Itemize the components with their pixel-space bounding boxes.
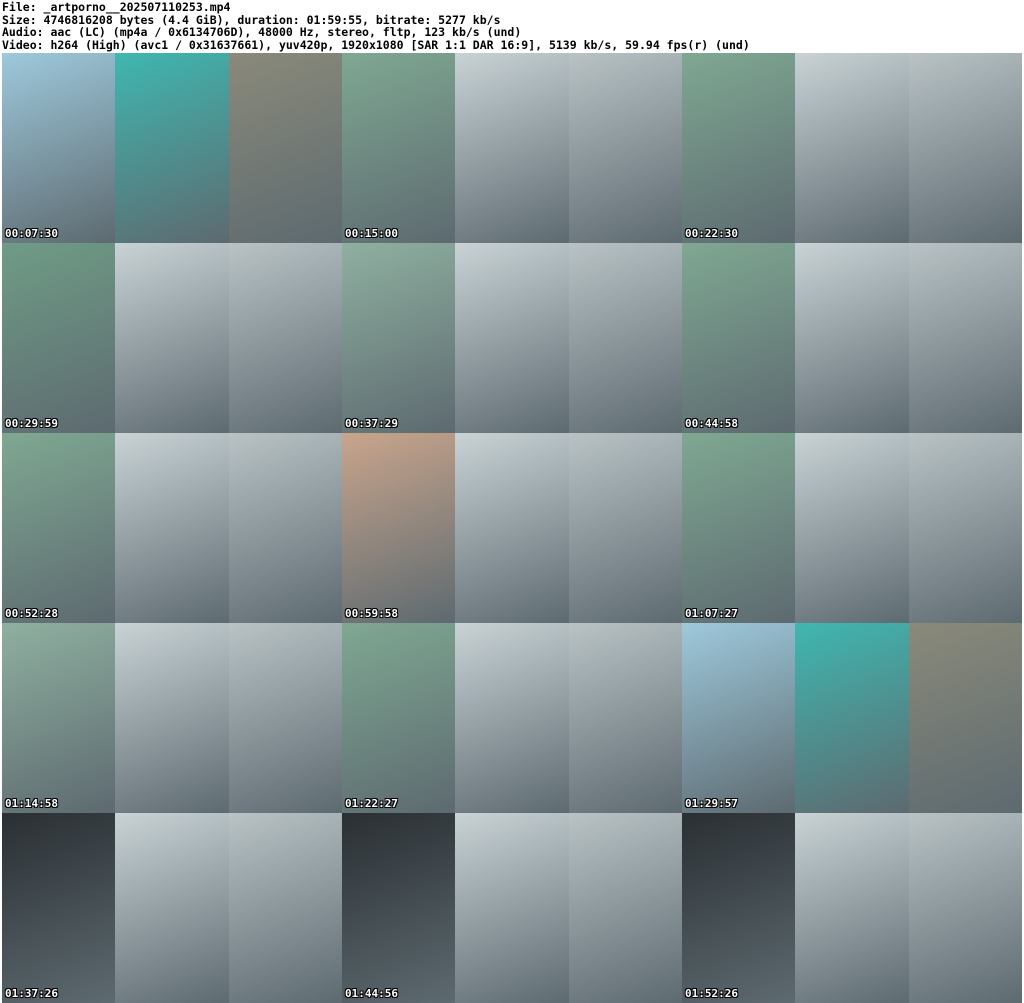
- thumbnail-frame-panel: [115, 623, 229, 813]
- file-line: File: _artporno__202507110253.mp4: [2, 0, 231, 14]
- thumbnail-frame-panel: [795, 433, 909, 623]
- thumbnail-frame-panel: [115, 813, 229, 1003]
- timestamp-label: 00:22:30: [685, 227, 738, 240]
- thumbnail-frame-panel: [682, 623, 796, 813]
- video-thumbnail[interactable]: 01:22:27: [342, 623, 682, 813]
- thumbnail-frame-panel: [342, 433, 456, 623]
- thumbnail-frame-panel: [2, 53, 116, 243]
- timestamp-label: 00:37:29: [345, 417, 398, 430]
- thumbnail-frame-panel: [2, 623, 116, 813]
- thumbnail-frame-panel: [2, 813, 116, 1003]
- thumbnail-frame-panel: [342, 53, 456, 243]
- thumbnail-frame-panel: [795, 813, 909, 1003]
- thumbnail-frame-panel: [795, 243, 909, 433]
- timestamp-label: 01:29:57: [685, 797, 738, 810]
- thumbnail-frame-panel: [682, 433, 796, 623]
- video-thumbnail[interactable]: 00:52:28: [2, 433, 342, 623]
- thumbnail-frame-panel: [455, 243, 569, 433]
- video-thumbnail[interactable]: 01:44:56: [342, 813, 682, 1003]
- thumbnail-frame-panel: [568, 433, 682, 623]
- timestamp-label: 00:59:58: [345, 607, 398, 620]
- thumbnail-frame-panel: [908, 53, 1022, 243]
- thumbnail-frame-panel: [455, 813, 569, 1003]
- thumbnail-frame-panel: [568, 53, 682, 243]
- video-line: Video: h264 (High) (avc1 / 0x31637661), …: [2, 37, 750, 52]
- thumbnail-frame-panel: [455, 623, 569, 813]
- thumbnail-frame-panel: [342, 243, 456, 433]
- thumbnail-grid: 00:07:30 00:15:00 00:22:30 00:29:59 00:37:29…: [2, 53, 1022, 1003]
- thumbnail-frame-panel: [228, 243, 342, 433]
- thumbnail-frame-panel: [795, 53, 909, 243]
- timestamp-label: 01:22:27: [345, 797, 398, 810]
- thumbnail-frame-panel: [568, 243, 682, 433]
- thumbnail-frame-panel: [908, 433, 1022, 623]
- thumbnail-frame-panel: [115, 53, 229, 243]
- thumbnail-frame-panel: [682, 53, 796, 243]
- timestamp-label: 00:44:58: [685, 417, 738, 430]
- timestamp-label: 00:29:59: [5, 417, 58, 430]
- file-info-header: File: _artporno__202507110253.mp4 Size: 4…: [2, 1, 750, 51]
- thumbnail-frame-panel: [908, 623, 1022, 813]
- video-thumbnail[interactable]: 00:15:00: [342, 53, 682, 243]
- video-thumbnail[interactable]: 01:52:26: [682, 813, 1022, 1003]
- thumbnail-frame-panel: [2, 433, 116, 623]
- video-thumbnail[interactable]: 01:14:58: [2, 623, 342, 813]
- timestamp-label: 01:14:58: [5, 797, 58, 810]
- thumbnail-frame-panel: [115, 243, 229, 433]
- thumbnail-frame-panel: [908, 243, 1022, 433]
- audio-line: Audio: aac (LC) (mp4a / 0x6134706D), 480…: [2, 25, 522, 40]
- timestamp-label: 00:15:00: [345, 227, 398, 240]
- video-thumbnail[interactable]: 00:59:58: [342, 433, 682, 623]
- video-thumbnail[interactable]: 01:29:57: [682, 623, 1022, 813]
- thumbnail-frame-panel: [342, 813, 456, 1003]
- thumbnail-frame-panel: [795, 623, 909, 813]
- video-thumbnail[interactable]: 01:07:27: [682, 433, 1022, 623]
- video-thumbnail[interactable]: 00:44:58: [682, 243, 1022, 433]
- thumbnail-frame-panel: [228, 623, 342, 813]
- thumbnail-frame-panel: [682, 813, 796, 1003]
- timestamp-label: 00:07:30: [5, 227, 58, 240]
- thumbnail-frame-panel: [228, 53, 342, 243]
- video-thumbnail[interactable]: 00:29:59: [2, 243, 342, 433]
- timestamp-label: 01:07:27: [685, 607, 738, 620]
- timestamp-label: 01:52:26: [685, 987, 738, 1000]
- thumbnail-frame-panel: [455, 53, 569, 243]
- thumbnail-frame-panel: [682, 243, 796, 433]
- thumbnail-frame-panel: [908, 813, 1022, 1003]
- thumbnail-frame-panel: [228, 813, 342, 1003]
- thumbnail-frame-panel: [115, 433, 229, 623]
- thumbnail-frame-panel: [568, 623, 682, 813]
- video-thumbnail[interactable]: 00:22:30: [682, 53, 1022, 243]
- video-thumbnail[interactable]: 00:07:30: [2, 53, 342, 243]
- timestamp-label: 01:37:26: [5, 987, 58, 1000]
- video-thumbnail[interactable]: 01:37:26: [2, 813, 342, 1003]
- thumbnail-frame-panel: [228, 433, 342, 623]
- timestamp-label: 00:52:28: [5, 607, 58, 620]
- thumbnail-frame-panel: [342, 623, 456, 813]
- video-thumbnail[interactable]: 00:37:29: [342, 243, 682, 433]
- thumbnail-frame-panel: [568, 813, 682, 1003]
- thumbnail-frame-panel: [2, 243, 116, 433]
- thumbnail-frame-panel: [455, 433, 569, 623]
- timestamp-label: 01:44:56: [345, 987, 398, 1000]
